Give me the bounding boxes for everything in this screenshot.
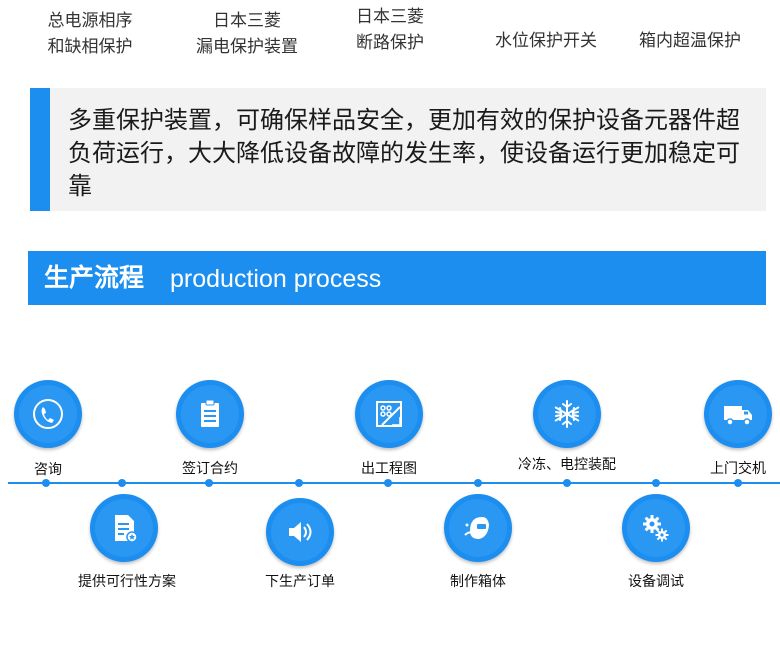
document-icon (115, 515, 138, 543)
notice-box: 多重保护装置，可确保样品安全，更加有效的保护设备元器件超负荷运行，大大降低设备故… (30, 88, 766, 211)
section-header: 生产流程 production process (28, 251, 766, 305)
welding-mask-icon (464, 517, 489, 539)
clipboard-icon (201, 399, 219, 427)
step-debugging (622, 494, 690, 562)
step-label: 咨询 (34, 462, 62, 478)
notice-text: 多重保护装置，可确保样品安全，更加有效的保护设备元器件超负荷运行，大大降低设备故… (68, 106, 740, 200)
feature-phase-protection: 总电源相序 和缺相保护 (30, 8, 150, 60)
step-sign-contract (176, 380, 244, 448)
feature-line: 漏电保护装置 (196, 37, 298, 57)
step-feasibility-plan (90, 494, 158, 562)
step-production-order (266, 498, 334, 566)
snowflake-icon (554, 400, 580, 428)
feature-line: 断路保护 (356, 33, 424, 53)
timeline-dot (118, 479, 126, 487)
notice-accent-bar (30, 88, 50, 211)
feature-leakage-protection: 日本三菱 漏电保护装置 (182, 8, 312, 60)
feature-overheat-protection: 箱内超温保护 (628, 28, 752, 54)
feature-circuit-protection: 日本三菱 断路保护 (340, 4, 440, 56)
step-engineering-drawing (355, 380, 423, 448)
step-consult (14, 380, 82, 448)
feature-line: 箱内超温保护 (639, 31, 741, 51)
gears-icon (643, 515, 669, 542)
section-subtitle: production process (170, 265, 382, 293)
timeline-dot (563, 479, 571, 487)
step-label: 出工程图 (361, 461, 417, 477)
feature-line: 和缺相保护 (47, 37, 133, 57)
timeline-dot (384, 479, 392, 487)
feature-water-level-switch: 水位保护开关 (484, 28, 608, 54)
step-delivery (704, 380, 772, 448)
step-label: 提供可行性方案 (78, 574, 176, 590)
timeline-dot (652, 479, 660, 487)
step-label: 签订合约 (182, 461, 238, 477)
blueprint-icon (376, 401, 402, 427)
step-label: 上门交机 (710, 461, 766, 477)
phone-icon (33, 399, 63, 429)
step-refrigeration-assembly (533, 380, 601, 448)
step-label: 冷冻、电控装配 (518, 457, 616, 473)
step-label: 下生产订单 (265, 574, 335, 590)
timeline-dot (295, 479, 303, 487)
timeline-dot (474, 479, 482, 487)
step-label: 制作箱体 (450, 574, 506, 590)
feature-line: 总电源相序 (47, 11, 133, 31)
timeline-dot (205, 479, 213, 487)
timeline-dot (734, 479, 742, 487)
feature-line: 日本三菱 (213, 11, 281, 31)
feature-line: 水位保护开关 (495, 31, 597, 51)
feature-line: 日本三菱 (356, 7, 424, 27)
speaker-icon (289, 522, 312, 542)
step-cabinet-fabrication (444, 494, 512, 562)
step-label: 设备调试 (628, 574, 684, 590)
truck-icon (724, 406, 752, 426)
timeline-dot (42, 479, 50, 487)
section-title: 生产流程 (44, 263, 145, 292)
